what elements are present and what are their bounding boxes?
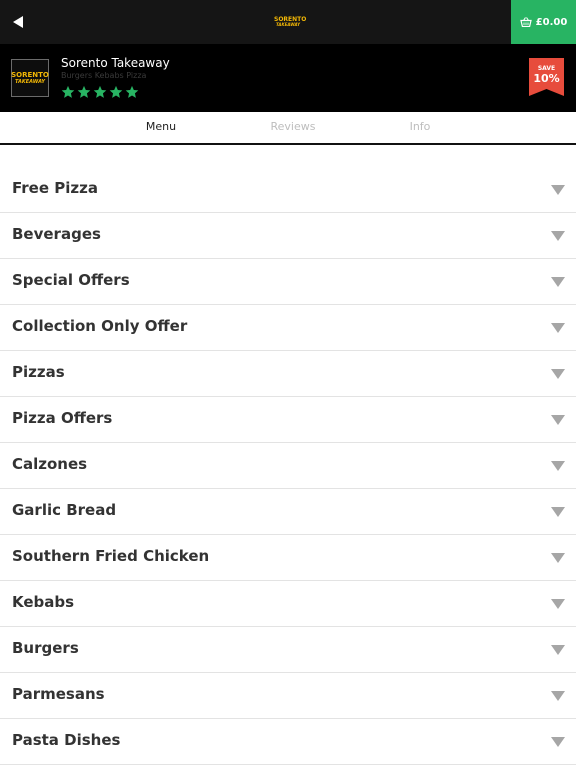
category-row-calzones[interactable]: Calzones: [0, 443, 576, 489]
star-icon: [109, 85, 123, 98]
restaurant-header: SORENTO TAKEAWAY Sorento Takeaway Burger…: [0, 44, 576, 112]
category-label: Pizza Offers: [12, 409, 113, 427]
chevron-down-icon: [551, 461, 565, 471]
restaurant-cuisines: Burgers Kebabs Pizza: [61, 71, 147, 80]
tab-menu[interactable]: Menu: [146, 120, 176, 133]
tab-bar: Menu Reviews Info: [0, 112, 576, 145]
back-triangle-icon: [13, 16, 23, 28]
chevron-down-icon: [551, 369, 565, 379]
chevron-down-icon: [551, 691, 565, 701]
category-row-special-offers[interactable]: Special Offers: [0, 259, 576, 305]
category-label: Pasta Dishes: [12, 731, 121, 749]
chevron-down-icon: [551, 277, 565, 287]
app-logo: SORENTO TAKEAWAY: [274, 17, 306, 29]
category-row-garlic-bread[interactable]: Garlic Bread: [0, 489, 576, 535]
category-label: Free Pizza: [12, 179, 98, 197]
category-label: Southern Fried Chicken: [12, 547, 210, 565]
category-row-kebabs[interactable]: Kebabs: [0, 581, 576, 627]
chevron-down-icon: [551, 231, 565, 241]
category-label: Parmesans: [12, 685, 105, 703]
category-label: Beverages: [12, 225, 101, 243]
star-icon: [125, 85, 139, 98]
basket-icon: [519, 17, 532, 27]
category-label: Collection Only Offer: [12, 317, 188, 335]
chevron-down-icon: [551, 737, 565, 747]
category-row-free-pizza[interactable]: Free Pizza: [0, 167, 576, 213]
chevron-down-icon: [551, 185, 565, 195]
back-button[interactable]: [8, 10, 28, 34]
star-icon: [61, 85, 75, 98]
app-logo-line2: TAKEAWAY: [275, 22, 301, 27]
chevron-down-icon: [551, 323, 565, 333]
chevron-down-icon: [551, 553, 565, 563]
chevron-down-icon: [551, 645, 565, 655]
category-label: Garlic Bread: [12, 501, 117, 519]
rating-stars: [61, 85, 139, 99]
category-label: Burgers: [12, 639, 79, 657]
menu-category-list: Free Pizza Beverages Special Offers Coll…: [0, 167, 576, 765]
save-label: SAVE: [537, 65, 556, 72]
restaurant-logo-line1: SORENTO: [11, 70, 49, 79]
category-row-burgers[interactable]: Burgers: [0, 627, 576, 673]
category-label: Kebabs: [12, 593, 75, 611]
category-row-pizza-offers[interactable]: Pizza Offers: [0, 397, 576, 443]
category-label: Calzones: [12, 455, 88, 473]
chevron-down-icon: [551, 415, 565, 425]
save-percent: 10%: [533, 72, 560, 85]
restaurant-logo: SORENTO TAKEAWAY: [11, 59, 49, 97]
top-bar: SORENTO TAKEAWAY £0.00: [0, 0, 576, 44]
category-row-collection-only-offer[interactable]: Collection Only Offer: [0, 305, 576, 351]
star-icon: [77, 85, 91, 98]
save-badge: SAVE 10%: [529, 58, 564, 96]
star-icon: [93, 85, 107, 98]
restaurant-logo-line2: TAKEAWAY: [14, 78, 46, 85]
restaurant-name: Sorento Takeaway: [61, 56, 170, 70]
basket-button[interactable]: £0.00: [511, 0, 576, 44]
category-row-pasta-dishes[interactable]: Pasta Dishes: [0, 719, 576, 765]
category-label: Special Offers: [12, 271, 130, 289]
category-row-beverages[interactable]: Beverages: [0, 213, 576, 259]
chevron-down-icon: [551, 599, 565, 609]
category-row-parmesans[interactable]: Parmesans: [0, 673, 576, 719]
tab-info[interactable]: Info: [410, 120, 431, 133]
category-row-pizzas[interactable]: Pizzas: [0, 351, 576, 397]
chevron-down-icon: [551, 507, 565, 517]
tab-reviews[interactable]: Reviews: [271, 120, 316, 133]
category-label: Pizzas: [12, 363, 65, 381]
basket-total: £0.00: [535, 16, 568, 28]
category-row-southern-fried-chicken[interactable]: Southern Fried Chicken: [0, 535, 576, 581]
